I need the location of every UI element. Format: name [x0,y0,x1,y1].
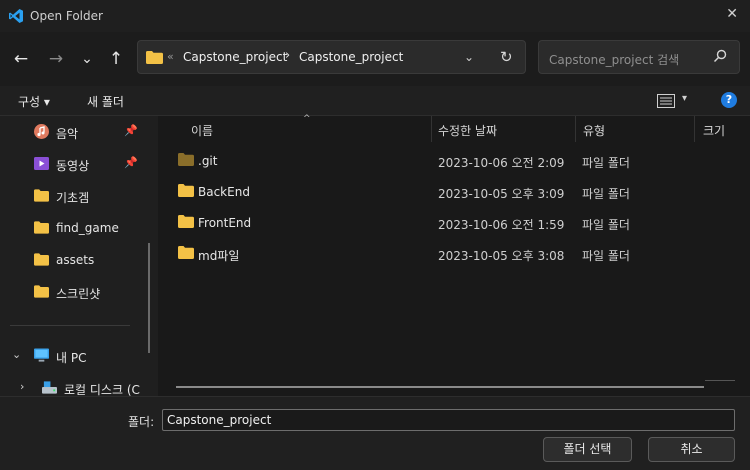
search-input[interactable]: Capstone_project 검색 [549,51,679,68]
folder-icon [178,246,194,259]
overflow-chevron-icon[interactable]: « [167,50,174,63]
sidebar-item-folder[interactable]: 기초겜 [0,180,146,212]
sidebar-item-label: 동영상 [56,159,90,173]
sidebar-item-label: 스크린샷 [56,287,101,301]
view-dropdown-icon[interactable]: ▾ [682,93,687,104]
search-box[interactable]: Capstone_project 검색 [538,40,740,74]
file-name: FrontEnd [198,216,252,230]
file-modified: 2023-10-06 오전 1:59 [438,218,565,232]
sidebar-item-label: 기초겜 [56,191,90,205]
scrollbar-corner [705,380,735,381]
view-options-icon[interactable] [657,94,675,108]
file-row[interactable]: .git 2023-10-06 오전 2:09 파일 폴더 [172,146,732,176]
select-folder-button[interactable]: 폴더 선택 [543,437,632,462]
up-button[interactable]: ↑ [105,48,127,70]
sidebar-item-folder[interactable]: 스크린샷 [0,276,146,308]
column-divider[interactable] [575,116,576,142]
file-type: 파일 폴더 [582,187,630,201]
file-row[interactable]: md파일 2023-10-05 오후 3:08 파일 폴더 [172,239,732,269]
address-dropdown-icon[interactable]: ⌄ [464,50,474,64]
horizontal-scrollbar[interactable] [176,386,704,388]
file-type: 파일 폴더 [582,249,630,263]
refresh-icon[interactable]: ↻ [500,48,513,66]
dialog-footer: 폴더: 폴더 선택 취소 [0,396,750,470]
file-type: 파일 폴더 [582,218,630,232]
search-icon [713,49,727,63]
file-name: BackEnd [198,185,250,199]
forward-button[interactable]: → [45,48,67,70]
column-header-type[interactable]: 유형 [583,122,605,139]
navigation-pane: 음악 📌 동영상 📌 기초겜 find_game assets 스크린샷 ⌄ 내… [0,116,158,396]
file-list: ^ 이름 수정한 날짜 유형 크기 .git 2023-10-06 오전 2:0… [158,114,750,396]
sidebar-item-music[interactable]: 음악 📌 [0,116,146,148]
music-icon [34,124,49,139]
column-divider[interactable] [694,116,695,142]
collapse-chevron-icon[interactable]: ⌄ [12,348,21,361]
help-icon[interactable]: ? [721,92,737,108]
sidebar-item-label: assets [56,253,95,267]
folder-field-label: 폴더: [128,415,155,429]
navigation-bar: ← → ⌄ ↑ « Capstone_project › Capstone_pr… [0,32,750,86]
breadcrumb-item[interactable]: Capstone_project [183,50,287,64]
folder-name-input[interactable] [162,409,735,431]
expand-chevron-icon[interactable]: › [20,380,24,393]
folder-icon [178,153,194,166]
sidebar-item-label: 음악 [56,127,79,141]
folder-icon [34,253,49,266]
sidebar-item-label: 내 PC [56,351,87,365]
sidebar-scrollbar[interactable] [148,243,150,353]
file-name: md파일 [198,249,240,263]
file-name: .git [198,154,218,168]
column-header-name[interactable]: 이름 [191,122,213,139]
cancel-button[interactable]: 취소 [648,437,735,462]
column-header-size[interactable]: 크기 [703,122,725,139]
folder-icon [34,189,49,202]
drive-icon [42,381,57,394]
folder-icon [178,184,194,197]
pin-icon: 📌 [124,124,138,137]
close-icon[interactable]: ✕ [726,6,738,22]
file-type: 파일 폴더 [582,156,630,170]
file-modified: 2023-10-06 오전 2:09 [438,156,565,170]
sidebar-item-folder[interactable]: find_game [0,212,146,244]
new-folder-button[interactable]: 새 폴더 [87,93,124,110]
computer-icon [34,348,49,362]
vscode-logo-icon [9,9,23,23]
command-bar: 구성 ▾ 새 폴더 ▾ ? [0,86,750,116]
file-row[interactable]: FrontEnd 2023-10-06 오전 1:59 파일 폴더 [172,208,732,238]
pin-icon: 📌 [124,156,138,169]
sidebar-divider [10,325,130,326]
file-modified: 2023-10-05 오후 3:09 [438,187,565,201]
recent-locations-button[interactable]: ⌄ [76,48,98,70]
sidebar-item-label: 로컬 디스크 (C [64,383,140,396]
sidebar-item-this-pc[interactable]: ⌄ 내 PC [0,340,146,372]
organize-button[interactable]: 구성 ▾ [18,93,50,110]
sidebar-item-videos[interactable]: 동영상 📌 [0,148,146,180]
folder-icon [34,285,49,298]
sidebar-item-folder[interactable]: assets [0,244,146,276]
column-header-modified[interactable]: 수정한 날짜 [438,122,497,139]
folder-icon [34,221,49,234]
file-row[interactable]: BackEnd 2023-10-05 오후 3:09 파일 폴더 [172,177,732,207]
breadcrumb-item[interactable]: Capstone_project [299,50,403,64]
folder-icon [146,51,163,64]
file-modified: 2023-10-05 오후 3:08 [438,249,565,263]
address-bar[interactable]: « Capstone_project › Capstone_project ⌄ … [137,40,526,74]
sort-ascending-icon: ^ [303,114,311,124]
title-bar: Open Folder ✕ [0,0,750,32]
sidebar-item-label: find_game [56,221,119,235]
window-title: Open Folder [30,9,103,23]
video-icon [34,157,49,170]
breadcrumb-separator-icon[interactable]: › [285,48,290,63]
folder-icon [178,215,194,228]
back-button[interactable]: ← [10,48,32,70]
sidebar-item-local-disk[interactable]: › 로컬 디스크 (C [0,372,146,396]
column-divider[interactable] [431,116,432,142]
